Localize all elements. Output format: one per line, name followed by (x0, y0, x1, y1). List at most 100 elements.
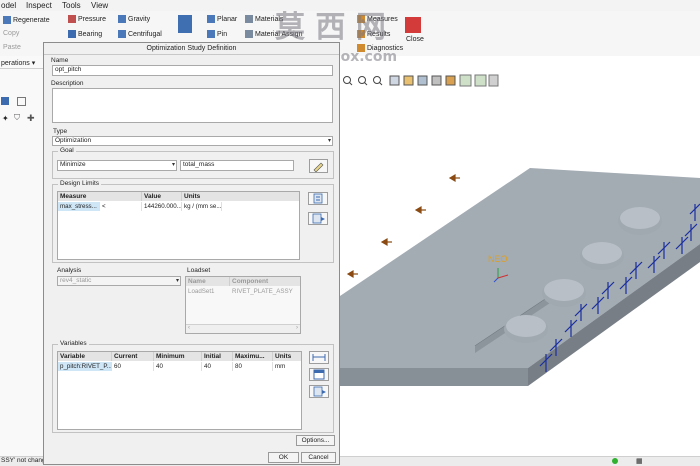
pressure-button[interactable]: Pressure (68, 15, 106, 23)
annotation-display-icon[interactable] (488, 74, 499, 87)
measure-select-button[interactable] (309, 159, 328, 173)
menu-inspect[interactable]: Inspect (26, 1, 52, 10)
delete-limit-button[interactable] (308, 212, 328, 225)
planar-icon (207, 15, 215, 23)
rivet-head (582, 242, 622, 264)
graphics-viewport[interactable]: NEO (340, 56, 700, 456)
repaint-icon[interactable] (389, 75, 400, 86)
filter-icon[interactable]: ⛉ (14, 113, 20, 123)
loadset-label: Loadset (187, 267, 211, 274)
pressure-icon (68, 15, 76, 23)
variable-initial-cell[interactable]: 40 (202, 362, 233, 371)
watermark-cn: 莫 西 网 (275, 10, 386, 45)
chevron-down-icon: ▾ (171, 162, 175, 168)
bearing-button[interactable]: Bearing (68, 30, 102, 38)
variable-minimum-cell[interactable]: 40 (154, 362, 202, 371)
displacement-icon[interactable] (178, 15, 192, 33)
variable-maximum-cell[interactable]: 80 (233, 362, 273, 371)
variables-table[interactable]: Variable Current Minimum Initial Maximu.… (57, 351, 302, 430)
centrifugal-icon (118, 30, 126, 38)
column-measure: Measure (58, 192, 142, 201)
ok-button[interactable]: OK (268, 452, 299, 463)
gravity-icon (118, 15, 126, 23)
close-button[interactable]: Close (406, 36, 424, 43)
limit-value-cell[interactable]: 144260.000... (142, 202, 182, 211)
add-limit-button[interactable] (308, 192, 328, 205)
column-component: Component (230, 277, 300, 286)
design-limits-table[interactable]: Measure Value Units max_stress... < 1442… (57, 191, 300, 260)
goal-label: Goal (58, 147, 76, 154)
select-parameter-button[interactable] (309, 368, 329, 381)
scroll-left-icon[interactable]: ‹ (188, 325, 190, 331)
name-label: Name (51, 57, 69, 64)
divider (0, 68, 43, 69)
tree-settings-icon[interactable]: ✦ (2, 114, 9, 123)
delete-variable-button[interactable] (309, 385, 329, 398)
column-name: Name (186, 277, 230, 286)
column-initial: Initial (202, 352, 233, 361)
add-icon[interactable]: ✚ (27, 113, 35, 124)
datum-display-icon[interactable] (459, 74, 472, 87)
close-icon[interactable] (405, 17, 421, 33)
name-input[interactable]: opt_pitch (52, 65, 333, 76)
materials-icon (245, 15, 253, 23)
pin-icon (207, 30, 215, 38)
menu-view[interactable]: View (91, 1, 108, 10)
delete-limit-icon (312, 213, 325, 224)
perspective-icon[interactable] (445, 75, 456, 86)
limit-units-cell[interactable]: kg / (mm se... (182, 202, 222, 211)
select-dimension-button[interactable] (309, 351, 329, 364)
chevron-down-icon: ▾ (175, 278, 179, 284)
type-select[interactable]: Optimization ▾ (52, 136, 333, 146)
model-render: NEO (340, 168, 700, 386)
saved-views-icon[interactable] (417, 75, 428, 86)
menu-tools[interactable]: Tools (62, 1, 81, 10)
loadset-name-cell: LoadSet1 (188, 288, 215, 295)
zoom-out-icon[interactable] (373, 76, 383, 86)
copy-button[interactable]: Copy (3, 30, 19, 37)
selection-filter-icon[interactable]: ▦ (636, 457, 643, 465)
material-assign-icon (245, 30, 253, 38)
show-icon[interactable] (17, 97, 26, 106)
column-variable: Variable (58, 352, 112, 361)
column-current: Current (112, 352, 154, 361)
paste-button[interactable]: Paste (3, 44, 21, 51)
model-tree-panel: perations ▾ ✦ ⛉ ✚ (0, 56, 44, 458)
delete-variable-icon (313, 386, 326, 397)
dialog-title: Optimization Study Definition (44, 43, 339, 55)
centrifugal-button[interactable]: Centrifugal (118, 30, 162, 38)
cancel-button[interactable]: Cancel (301, 452, 336, 463)
column-minimum: Minimum (154, 352, 202, 361)
variable-name-cell[interactable]: p_pitch:RIVET_P... (58, 362, 112, 371)
pin-button[interactable]: Pin (207, 30, 227, 38)
simulation-display-icon[interactable] (474, 74, 487, 87)
goal-select[interactable]: Minimize ▾ (57, 160, 177, 171)
rivet-head (506, 315, 546, 337)
scroll-right-icon[interactable]: › (296, 325, 298, 331)
limit-measure-cell[interactable]: max_stress... (58, 202, 100, 211)
menu-model[interactable]: odel (1, 1, 16, 10)
horizontal-scrollbar[interactable]: ‹ › (186, 324, 300, 333)
goal-measure-field[interactable]: total_mass (180, 160, 294, 171)
regenerate-icon (3, 16, 11, 24)
type-label: Type (53, 128, 68, 135)
zoom-in-icon[interactable] (358, 76, 368, 86)
limit-operator-cell[interactable]: < (100, 202, 142, 211)
description-input[interactable] (52, 88, 333, 123)
view-manager-icon[interactable] (431, 75, 442, 86)
model-tree-icon[interactable] (1, 97, 9, 105)
analysis-select[interactable]: rev4_static ▾ (57, 276, 181, 286)
zoom-fit-icon[interactable] (343, 76, 353, 86)
operations-dropdown[interactable]: perations ▾ (1, 59, 35, 67)
loadset-component-cell: RIVET_PLATE_ASSY (232, 288, 293, 295)
variable-units-cell[interactable]: mm (273, 362, 301, 371)
loadset-table[interactable]: Name Component LoadSet1 RIVET_PLATE_ASSY… (185, 276, 301, 334)
chevron-down-icon: ▾ (327, 138, 331, 144)
gravity-button[interactable]: Gravity (118, 15, 150, 23)
variable-current-cell[interactable]: 60 (112, 362, 154, 371)
csys-label: NEO (488, 254, 508, 264)
planar-button[interactable]: Planar (207, 15, 237, 23)
regenerate-button[interactable]: Regenerate (3, 16, 50, 24)
options-button[interactable]: Options... (296, 435, 335, 446)
display-style-icon[interactable] (403, 75, 414, 86)
